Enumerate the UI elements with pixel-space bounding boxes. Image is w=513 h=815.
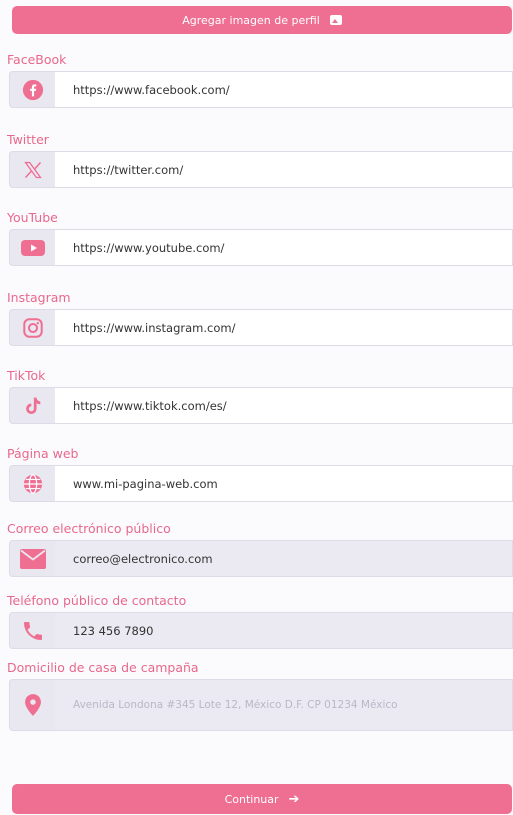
x-icon [23, 161, 42, 178]
instagram-url-input[interactable]: https://www.instagram.com/ [55, 309, 513, 346]
image-icon [329, 15, 342, 25]
youtube-url-input[interactable]: https://www.youtube.com/ [55, 229, 513, 266]
phone-icon [23, 621, 42, 640]
email-input[interactable]: correo@electronico.com [55, 540, 513, 577]
facebook-url-input[interactable]: https://www.facebook.com/ [55, 71, 513, 108]
youtube-icon [20, 239, 45, 256]
facebook-label: FaceBook [7, 52, 67, 67]
tiktok-label: TikTok [7, 368, 46, 383]
phone-label: Teléfono público de contacto [7, 593, 187, 608]
tiktok-icon [25, 397, 40, 414]
twitter-url-input[interactable]: https://twitter.com/ [55, 151, 513, 188]
location-pin-icon [24, 694, 41, 716]
website-url-input[interactable]: www.mi-pagina-web.com [55, 465, 513, 502]
address-textarea[interactable]: Avenida Londona #345 Lote 12, México D.F… [55, 679, 513, 731]
website-label: Página web [7, 446, 79, 461]
mail-icon [19, 548, 46, 569]
address-label: Domicilio de casa de campaña [7, 660, 199, 675]
phone-input[interactable]: 123 456 7890 [55, 612, 513, 649]
twitter-label: Twitter [7, 132, 49, 147]
continue-button[interactable]: Continuar ➔ [12, 784, 512, 814]
add-profile-image-button[interactable]: Agregar imagen de perfil [12, 6, 512, 34]
continue-label: Continuar [224, 792, 279, 806]
facebook-icon [22, 79, 43, 100]
tiktok-url-input[interactable]: https://www.tiktok.com/es/ [55, 387, 513, 424]
arrow-right-icon: ➔ [288, 791, 300, 807]
instagram-label: Instagram [7, 290, 71, 305]
add-profile-image-label: Agregar imagen de perfil [182, 13, 320, 27]
instagram-icon [22, 317, 43, 338]
globe-icon [23, 473, 42, 494]
youtube-label: YouTube [7, 210, 58, 225]
email-label: Correo electrónico público [7, 521, 171, 536]
